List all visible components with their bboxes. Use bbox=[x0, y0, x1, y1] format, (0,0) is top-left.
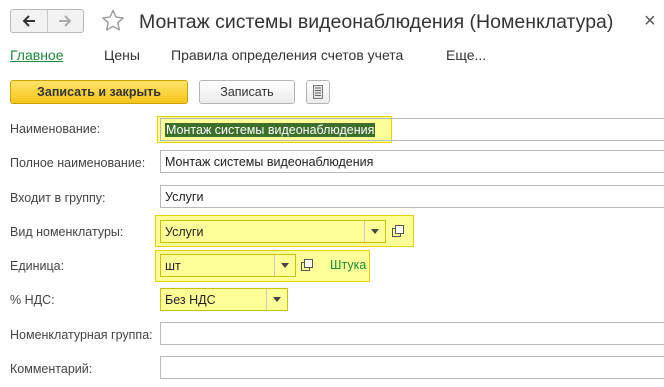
group-value: Услуги bbox=[165, 189, 204, 204]
vat-select[interactable]: Без НДС bbox=[160, 288, 288, 311]
comment-label: Комментарий: bbox=[10, 362, 93, 376]
favorite-star-icon[interactable] bbox=[101, 9, 125, 37]
kind-open-button[interactable] bbox=[390, 223, 406, 239]
vat-dropdown-button[interactable] bbox=[266, 289, 287, 310]
save-and-close-button[interactable]: Записать и закрыть bbox=[10, 80, 188, 104]
unit-select[interactable]: шт bbox=[160, 254, 296, 277]
open-form-icon bbox=[301, 259, 313, 271]
close-icon[interactable]: × bbox=[644, 8, 656, 34]
kind-dropdown-button[interactable] bbox=[364, 221, 385, 242]
nomenclature-group-input[interactable] bbox=[160, 322, 664, 345]
unit-open-button[interactable] bbox=[299, 257, 315, 273]
unit-value: шт bbox=[165, 258, 181, 273]
more-actions-button[interactable] bbox=[306, 80, 330, 104]
kind-value: Услуги bbox=[165, 224, 204, 239]
full-name-label: Полное наименование: bbox=[10, 156, 146, 170]
window-title: Монтаж системы видеонаблюдения (Номенкла… bbox=[139, 11, 614, 33]
kind-label: Вид номенклатуры: bbox=[10, 225, 124, 239]
tab-account-rules[interactable]: Правила определения счетов учета bbox=[171, 45, 403, 65]
forward-button[interactable] bbox=[46, 10, 84, 32]
unit-label: Единица: bbox=[10, 259, 65, 273]
navigation-buttons bbox=[10, 9, 84, 33]
group-input[interactable]: Услуги bbox=[160, 185, 664, 208]
nomenclature-group-label: Номенклатурная группа: bbox=[10, 328, 153, 342]
unit-dropdown-button[interactable] bbox=[274, 255, 295, 276]
name-input[interactable]: Монтаж системы видеонаблюдения bbox=[160, 118, 664, 141]
dropdown-arrow-icon bbox=[273, 297, 281, 302]
save-button[interactable]: Записать bbox=[199, 80, 295, 104]
full-name-input[interactable]: Монтаж системы видеонаблюдения bbox=[160, 150, 664, 173]
tab-prices[interactable]: Цены bbox=[104, 45, 140, 65]
vat-value: Без НДС bbox=[165, 292, 216, 307]
vat-label: % НДС: bbox=[10, 293, 55, 307]
dropdown-arrow-icon bbox=[281, 263, 289, 268]
tab-main[interactable]: Главное bbox=[10, 45, 64, 65]
back-button[interactable] bbox=[11, 10, 47, 32]
full-name-value: Монтаж системы видеонаблюдения bbox=[165, 154, 374, 169]
unit-full-name-link[interactable]: Штука bbox=[330, 258, 366, 272]
group-label: Входит в группу: bbox=[10, 191, 106, 205]
dropdown-arrow-icon bbox=[371, 229, 379, 234]
document-list-icon bbox=[313, 85, 323, 99]
arrow-left-icon bbox=[22, 15, 35, 27]
tab-more[interactable]: Еще... bbox=[446, 45, 486, 65]
kind-select[interactable]: Услуги bbox=[160, 220, 386, 243]
arrow-right-icon bbox=[59, 15, 72, 27]
comment-input[interactable] bbox=[160, 356, 664, 379]
name-label: Наименование: bbox=[10, 122, 101, 136]
open-form-icon bbox=[392, 225, 404, 237]
name-value: Монтаж системы видеонаблюдения bbox=[165, 122, 376, 137]
